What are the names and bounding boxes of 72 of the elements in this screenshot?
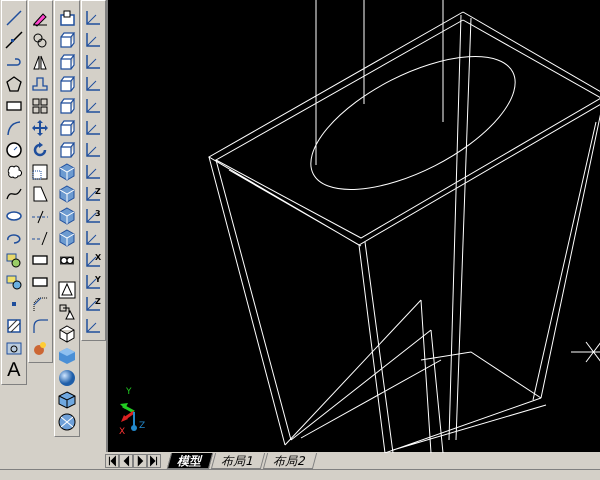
text-tool-button[interactable]: A: [2, 359, 25, 381]
line-icon: [4, 31, 23, 49]
sphere-icon: [58, 369, 76, 387]
isometric-cube-icon: [58, 185, 76, 203]
camera-icon: [58, 255, 76, 265]
pentagon-icon: [4, 75, 23, 93]
isometric-cube-icon: [58, 207, 76, 225]
arrow-icon: [148, 454, 160, 468]
ucs-icon: [84, 53, 102, 71]
tool-button[interactable]: [56, 389, 78, 411]
arrow-icon: [106, 454, 118, 468]
cube-icon: [58, 119, 76, 137]
globe-icon: [58, 413, 76, 431]
offset-icon: [31, 75, 50, 93]
mirror-icon: [31, 53, 50, 71]
tool-button[interactable]: 3: [82, 205, 104, 227]
array-icon: [31, 97, 50, 115]
ucs-icon: [84, 119, 102, 137]
stretch-icon: [31, 185, 50, 203]
isometric-cube-icon: [58, 229, 76, 247]
move-icon: [31, 119, 50, 137]
tab-scroll-button[interactable]: [147, 454, 161, 468]
ucs-icon: [84, 31, 102, 49]
cube-icon: [58, 325, 76, 343]
wireframe-shapes-icon: [58, 303, 76, 321]
line-icon: [4, 9, 23, 27]
cube-icon: [58, 141, 76, 159]
tool-button[interactable]: Z: [82, 183, 104, 205]
insert-block-icon: [4, 273, 23, 291]
tool-button[interactable]: Z: [82, 293, 104, 315]
ucs-icon: [84, 9, 102, 27]
ucs-icon: [84, 141, 102, 159]
ucs-icon: [84, 317, 102, 335]
tab-scroll-button[interactable]: [133, 454, 147, 468]
layout-tab[interactable]: 布局1: [210, 452, 265, 468]
axis-label: Z: [95, 297, 102, 306]
block-icon: [4, 251, 23, 269]
copy-icon: [31, 31, 50, 49]
axis-label: X: [95, 253, 102, 262]
point-icon: [12, 302, 16, 306]
named-views-icon: [58, 9, 76, 27]
tab-scroll-button[interactable]: [119, 454, 133, 468]
ucs-icon: [84, 229, 102, 247]
arc-icon: [4, 119, 23, 137]
tool-button[interactable]: [56, 411, 78, 433]
ucs-icon: [84, 97, 102, 115]
tool-button[interactable]: X: [82, 249, 104, 271]
extend-icon: [31, 229, 50, 247]
fillet-icon: [31, 317, 50, 335]
circle-icon: [4, 141, 23, 159]
cube-icon: [58, 31, 76, 49]
tool-button[interactable]: [2, 29, 25, 51]
tool-button[interactable]: Y: [82, 271, 104, 293]
layout-tab[interactable]: 布局2: [262, 452, 316, 468]
hatch-icon: [4, 317, 23, 335]
cube-icon: [58, 53, 76, 71]
axis-label: 3: [95, 209, 101, 218]
shaded-cube-icon: [58, 391, 76, 409]
shaded-cube-icon: [58, 347, 76, 365]
isometric-cube-icon: [58, 163, 76, 181]
axis-label: Z: [95, 187, 102, 196]
ucs-icon: [84, 75, 102, 93]
layout-tab[interactable]: 模型: [166, 452, 214, 468]
tab-scroll-button[interactable]: [105, 454, 119, 468]
cube-icon: [58, 75, 76, 93]
chamfer-icon: [31, 295, 50, 313]
ucs-icon: [84, 163, 102, 181]
scale-icon: [31, 163, 50, 181]
cube-icon: [58, 97, 76, 115]
axis-label: Y: [95, 275, 102, 284]
drawing-canvas[interactable]: Y X Z: [106, 0, 600, 452]
tool-button[interactable]: [56, 279, 78, 301]
